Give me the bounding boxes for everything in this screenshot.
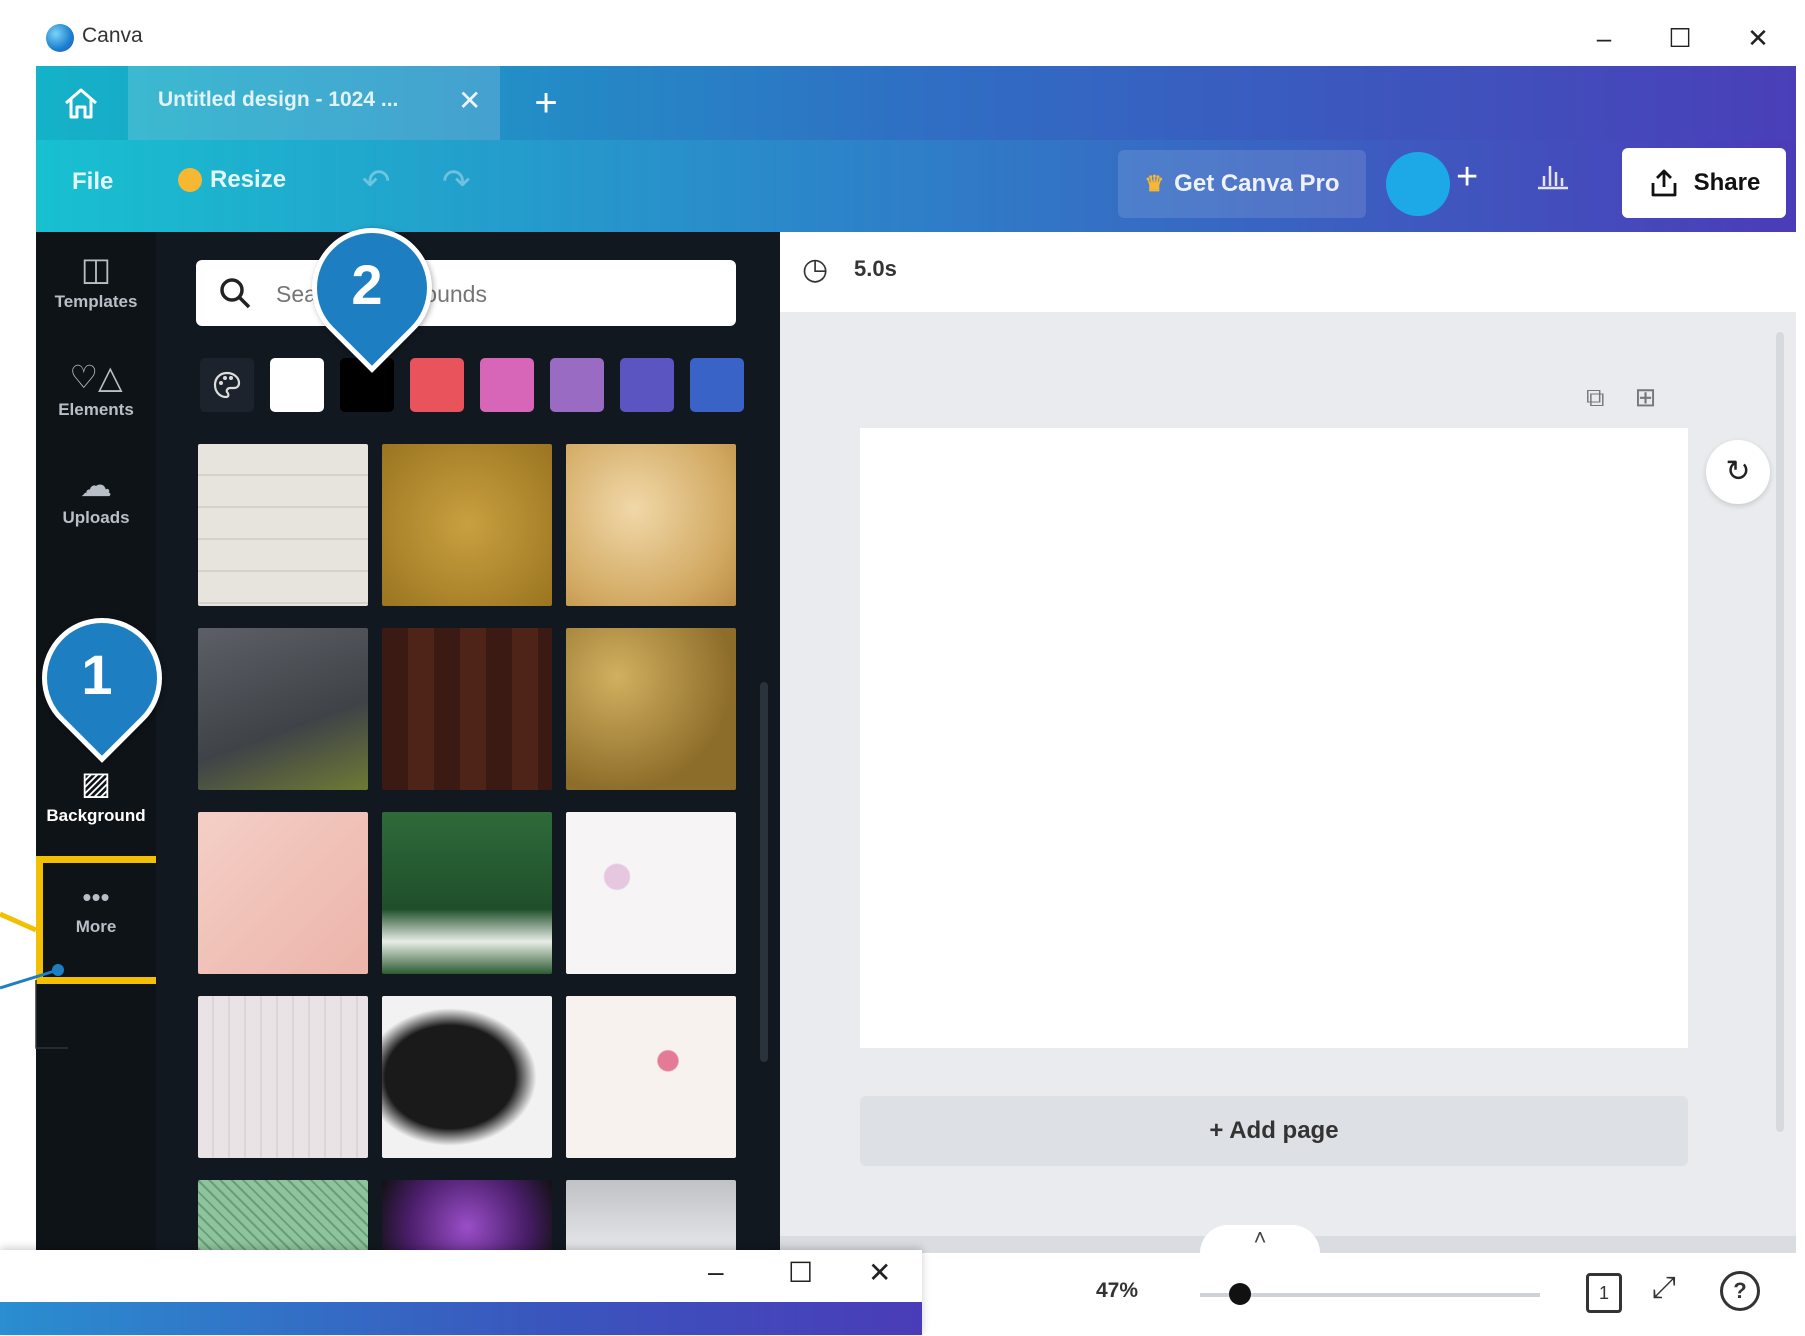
sidebar-item-uploads[interactable]: ☁ Uploads — [36, 448, 156, 548]
step-1-marker: 1 — [17, 593, 187, 763]
step-2-marker: 2 — [287, 203, 457, 373]
sidebar-item-elements[interactable]: ♡△ Elements — [36, 340, 156, 440]
backgrounds-panel: › — [156, 232, 780, 1258]
window-titlebar: Canva – ☐ ✕ — [36, 10, 1796, 66]
undo-button[interactable]: ↶ — [362, 162, 391, 202]
sidebar-item-background[interactable]: ▨ Background — [36, 746, 156, 846]
palette-icon — [213, 371, 241, 399]
file-menu[interactable]: File — [72, 168, 113, 196]
background-thumbnail-pink-floral[interactable] — [566, 996, 736, 1158]
background-thumbnail-dark-wood[interactable] — [382, 628, 552, 790]
add-member-button[interactable]: + — [1456, 156, 1478, 199]
background-thumbnail-white-wood[interactable] — [198, 444, 368, 606]
fullscreen-icon[interactable]: ⤢ — [1652, 1271, 1676, 1305]
page-tools: ⧉ ⊞ — [1586, 382, 1686, 414]
background-thumbnail-grey-gradient[interactable] — [566, 1180, 736, 1258]
background-thumbnail-black-brushstroke[interactable] — [382, 996, 552, 1158]
second-window-tabbar — [0, 1302, 922, 1335]
color-palette-button[interactable] — [200, 358, 254, 412]
pro-label: Get Canva Pro — [1174, 170, 1340, 197]
help-button[interactable]: ? — [1720, 1271, 1760, 1311]
resize-icon — [178, 168, 202, 192]
resize-label: Resize — [210, 166, 287, 193]
design-page[interactable] — [860, 428, 1688, 1048]
uploads-icon: ☁ — [80, 467, 112, 503]
sidebar-item-label: Elements — [58, 400, 134, 419]
timer-label[interactable]: 5.0s — [854, 256, 897, 282]
background-thumbnail-gold-coins[interactable] — [566, 628, 736, 790]
background-thumbnail-white-wall[interactable] — [198, 996, 368, 1158]
sidebar-item-templates[interactable]: ◫ Templates — [36, 232, 156, 332]
home-button[interactable] — [36, 66, 126, 140]
background-icon: ▨ — [80, 765, 112, 801]
tab-label: Untitled design - 1024 ... — [158, 88, 399, 111]
second-window-maximize-button[interactable]: ☐ — [788, 1256, 813, 1289]
swatch-pink[interactable] — [480, 358, 534, 412]
background-thumbnail-green-net[interactable] — [198, 1180, 368, 1258]
add-page-button[interactable]: + Add page — [860, 1096, 1688, 1166]
step-2-label: 2 — [351, 253, 383, 316]
background-thumbnail-tennis-court[interactable] — [198, 628, 368, 790]
swatch-white[interactable] — [270, 358, 324, 412]
callout-lines — [0, 911, 68, 1049]
refresh-icon[interactable]: ↻ — [1706, 440, 1770, 504]
templates-icon: ◫ — [80, 251, 112, 287]
redo-button[interactable]: ↷ — [442, 162, 471, 202]
close-button[interactable]: ✕ — [1736, 18, 1780, 58]
step-1-label: 1 — [81, 643, 113, 706]
sidebar-item-label: Uploads — [62, 508, 130, 527]
second-window: – ☐ ✕ — [0, 1250, 922, 1335]
share-label: Share — [1693, 169, 1761, 196]
share-icon — [1651, 169, 1677, 197]
close-tab-icon[interactable]: ✕ — [458, 84, 481, 117]
avatar[interactable] — [1386, 152, 1450, 216]
new-tab-button[interactable]: + — [516, 74, 576, 132]
background-thumbnail-gold-marble[interactable] — [566, 444, 736, 606]
swatch-blue[interactable] — [690, 358, 744, 412]
tab-bar: Untitled design - 1024 ... ✕ + — [36, 66, 1796, 140]
resize-button[interactable]: Resize — [178, 166, 286, 194]
app-name: Canva — [82, 24, 143, 47]
timing-bar: ◷ 5.0s — [780, 232, 1796, 312]
elements-icon: ♡△ — [69, 359, 123, 395]
clock-icon[interactable]: ◷ — [802, 252, 828, 287]
bar-chart-icon — [1538, 166, 1568, 190]
minimize-button[interactable]: – — [1582, 18, 1626, 58]
background-thumbnail-pink-texture[interactable] — [198, 812, 368, 974]
zoom-slider-thumb[interactable] — [1228, 1283, 1251, 1305]
second-window-minimize-button[interactable]: – — [708, 1256, 724, 1288]
canva-logo-icon — [46, 24, 74, 52]
duplicate-page-icon[interactable]: ⧉ — [1586, 382, 1605, 412]
swatch-light-purple[interactable] — [550, 358, 604, 412]
panel-scrollbar[interactable] — [760, 682, 768, 1062]
share-button[interactable]: Share — [1622, 148, 1786, 218]
background-thumbnail-soccer-field[interactable] — [382, 812, 552, 974]
search-icon — [220, 278, 251, 309]
status-bar: ˄ 47% 1 ⤢ ? — [780, 1225, 1796, 1336]
get-canva-pro-button[interactable]: ♛ Get Canva Pro — [1118, 150, 1366, 218]
search-box[interactable] — [196, 260, 736, 326]
crown-icon: ♛ — [1144, 171, 1165, 196]
editor-toolbar: File Resize ↶ ↷ ♛ Get Canva Pro + Share — [36, 140, 1796, 232]
insights-button[interactable] — [1536, 160, 1570, 198]
tab-untitled-design[interactable]: Untitled design - 1024 ... ✕ — [128, 66, 500, 140]
zoom-level[interactable]: 47% — [1096, 1279, 1138, 1303]
chevron-up-icon[interactable]: ˄ — [1200, 1225, 1320, 1253]
background-thumbnail-floral-petals[interactable] — [566, 812, 736, 974]
swatch-indigo[interactable] — [620, 358, 674, 412]
add-page-icon[interactable]: ⊞ — [1635, 382, 1657, 412]
page-count-button[interactable]: 1 — [1586, 1273, 1622, 1313]
sidebar-item-label: Templates — [54, 292, 138, 311]
swatch-red[interactable] — [410, 358, 464, 412]
zoom-slider-track[interactable] — [1200, 1293, 1540, 1297]
maximize-button[interactable]: ☐ — [1658, 18, 1702, 58]
second-window-close-button[interactable]: ✕ — [868, 1256, 891, 1289]
vertical-scrollbar[interactable] — [1776, 332, 1784, 1132]
editor-canvas-area: ◷ 5.0s ⧉ ⊞ ↻ + Add page — [780, 232, 1796, 1252]
home-icon — [65, 88, 97, 119]
background-thumbnail-gold-glitter[interactable] — [382, 444, 552, 606]
sidebar-item-label: Background — [46, 806, 146, 825]
background-thumbnail-purple-flowers[interactable] — [382, 1180, 552, 1258]
